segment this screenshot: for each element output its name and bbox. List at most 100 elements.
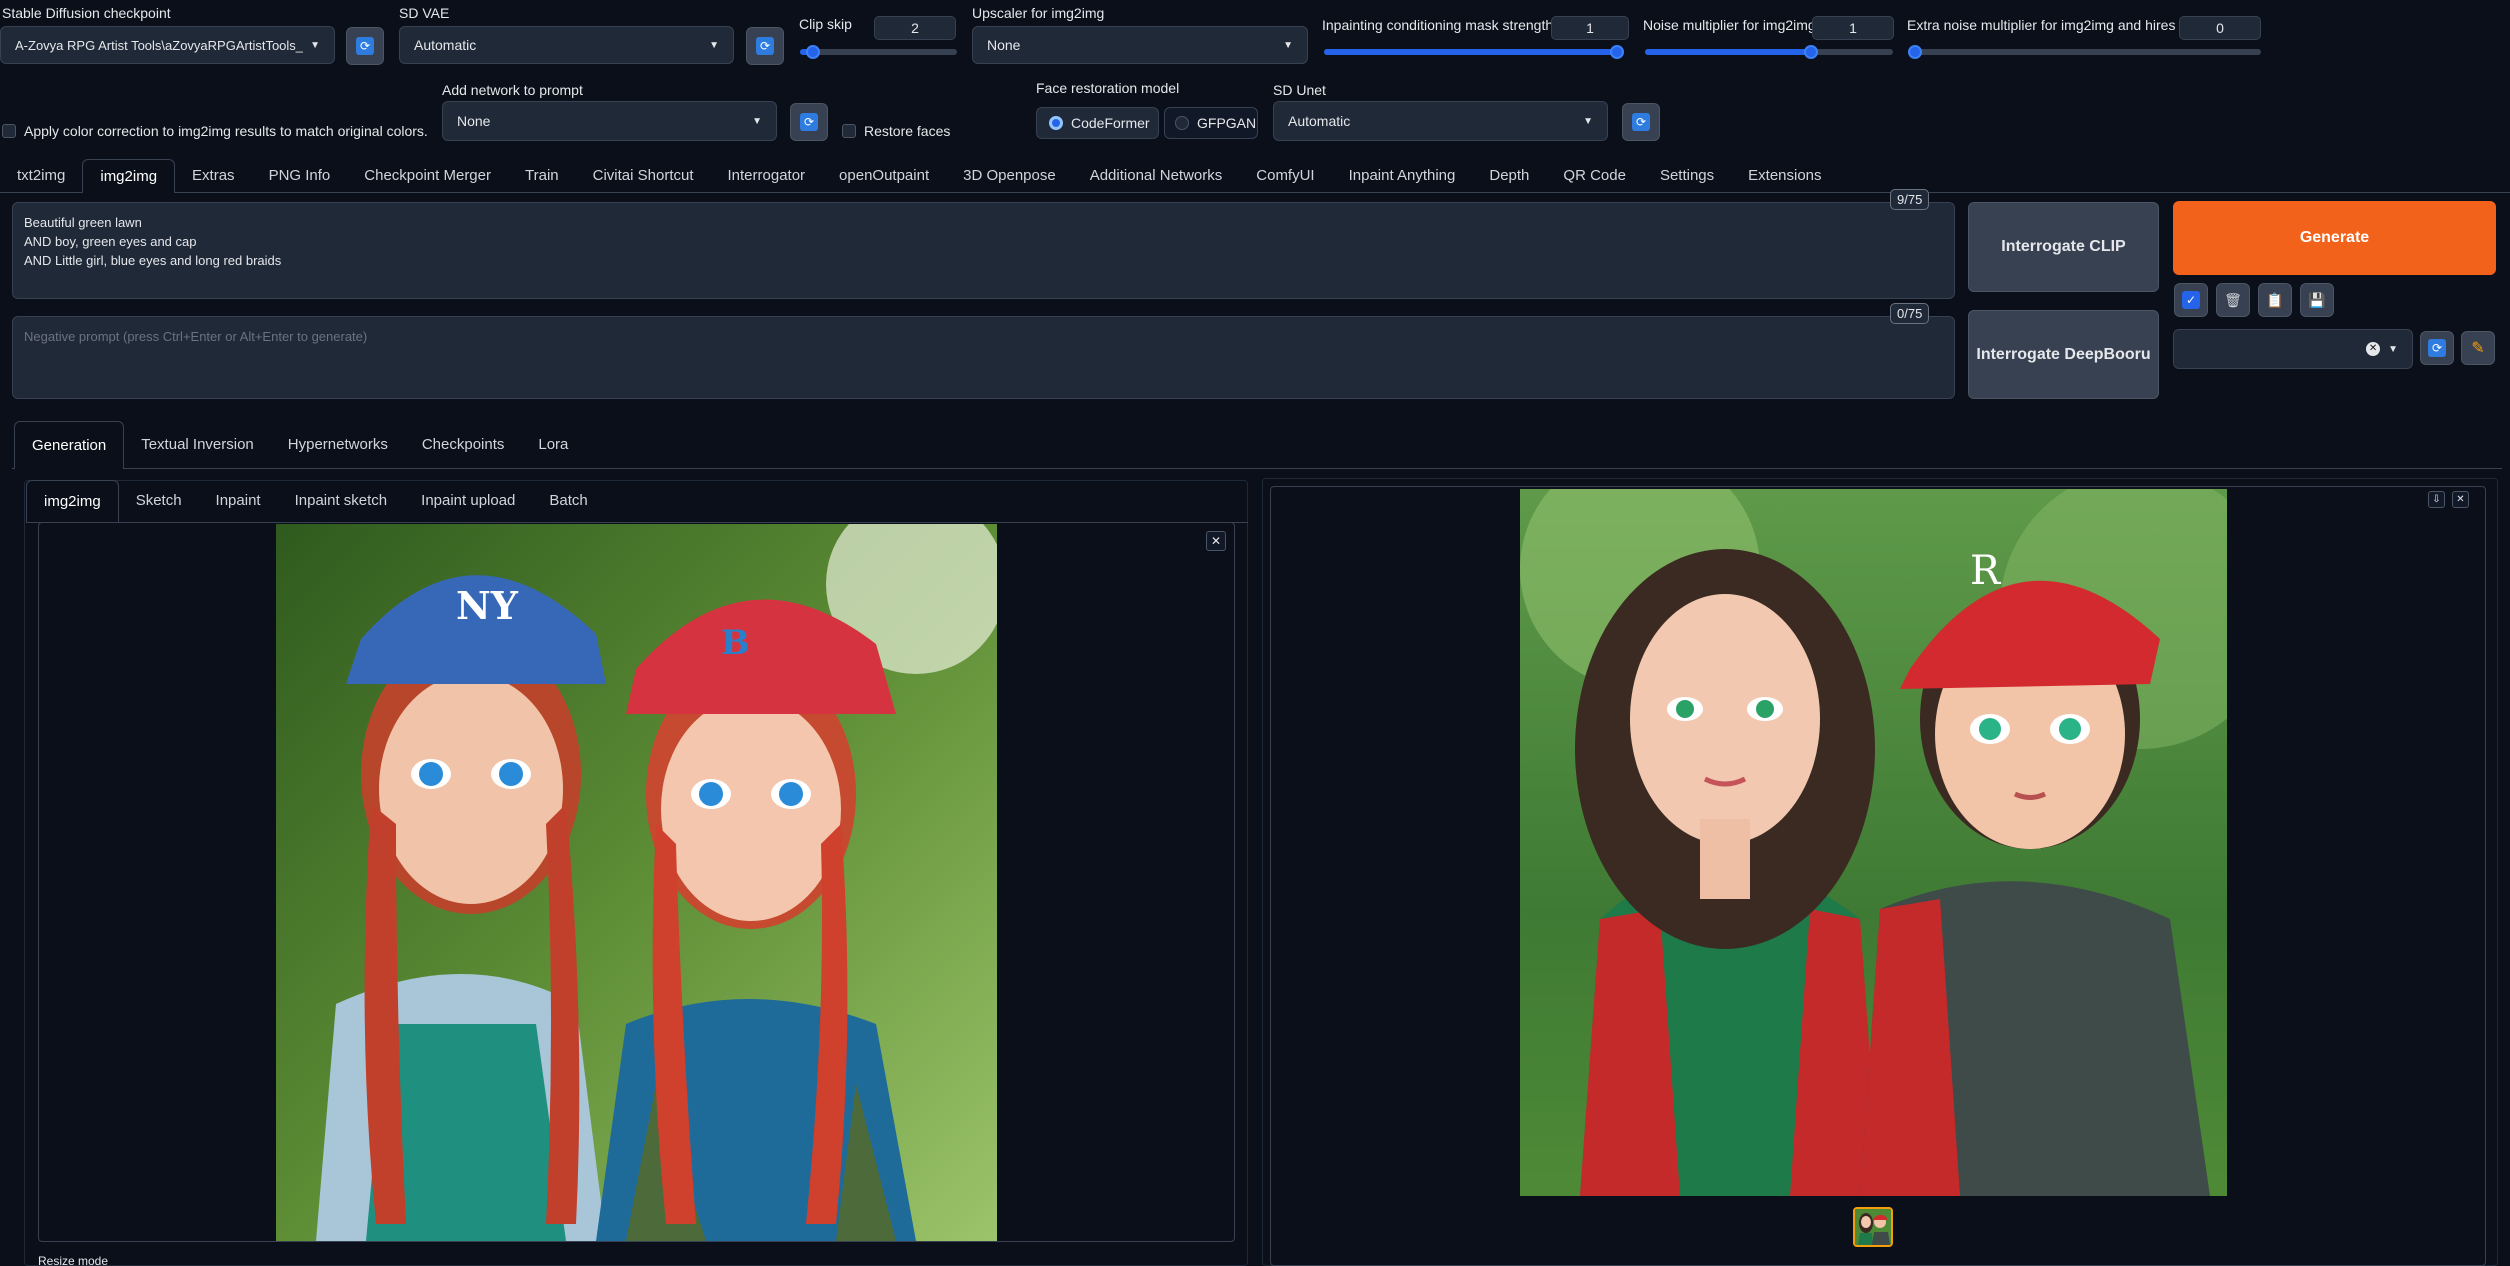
show-extra-networks-button[interactable]: ✓ [2174, 283, 2208, 317]
tab-train[interactable]: Train [508, 159, 576, 193]
sd-unet-select[interactable]: Automatic ▼ [1273, 101, 1608, 141]
mask-strength-slider[interactable] [1324, 45, 1624, 59]
mask-strength-slider-knob[interactable] [1610, 45, 1624, 59]
close-icon[interactable]: ✕ [1206, 531, 1226, 551]
negative-prompt-placeholder: Negative prompt (press Ctrl+Enter or Alt… [24, 329, 368, 344]
save-style-button[interactable]: 💾 [2300, 283, 2334, 317]
clip-skip-slider[interactable] [800, 45, 957, 59]
tab-extras[interactable]: Extras [175, 159, 252, 193]
clip-skip-input[interactable]: 2 [874, 16, 956, 40]
refresh-icon: ⟳ [1632, 113, 1650, 131]
sd-unet-refresh-button[interactable]: ⟳ [1622, 103, 1660, 141]
tab-qr-code[interactable]: QR Code [1546, 159, 1643, 193]
interrogate-deepbooru-button[interactable]: Interrogate DeepBooru [1968, 310, 2159, 399]
tab-checkpoint-merger[interactable]: Checkpoint Merger [347, 159, 508, 193]
checkpoint-select[interactable]: A-Zovya RPG Artist Tools\aZovyaRPGArtist… [0, 26, 335, 64]
chevron-down-icon: ▼ [310, 39, 320, 51]
tab-png-info[interactable]: PNG Info [252, 159, 348, 193]
imgtab-batch[interactable]: Batch [532, 480, 604, 522]
mask-strength-input[interactable]: 1 [1551, 16, 1629, 40]
tab-extensions[interactable]: Extensions [1731, 159, 1838, 193]
edit-styles-button[interactable]: ✎ [2461, 331, 2495, 365]
thumbnail-image [1855, 1209, 1891, 1245]
noise-multiplier-slider-knob[interactable] [1804, 45, 1819, 59]
restore-faces-checkbox[interactable] [842, 124, 856, 138]
output-image[interactable]: R [1520, 489, 2227, 1196]
checkpoint-label: Stable Diffusion checkpoint [2, 5, 171, 21]
negative-prompt-textarea[interactable]: Negative prompt (press Ctrl+Enter or Alt… [12, 316, 1955, 399]
tab-openoutpaint[interactable]: openOutpaint [822, 159, 946, 193]
subtab-textual-inversion[interactable]: Textual Inversion [124, 421, 271, 469]
upscaler-select[interactable]: None ▼ [972, 26, 1308, 64]
styles-select[interactable]: ✕ ▼ [2173, 329, 2413, 369]
gfpgan-radio[interactable]: GFPGAN [1164, 107, 1258, 139]
codeformer-radio[interactable]: CodeFormer [1036, 107, 1159, 139]
trash-icon: 🗑 [2224, 291, 2242, 308]
imgtab-inpaint-sketch[interactable]: Inpaint sketch [278, 480, 405, 522]
extra-noise-input[interactable]: 0 [2179, 16, 2261, 40]
subtab-checkpoints[interactable]: Checkpoints [405, 421, 522, 469]
subtab-hypernetworks[interactable]: Hypernetworks [271, 421, 405, 469]
tab-settings[interactable]: Settings [1643, 159, 1731, 193]
pencil-icon: ✎ [2471, 340, 2485, 357]
extra-noise-label: Extra noise multiplier for img2img and h… [1907, 17, 2194, 33]
color-correction-checkbox[interactable] [2, 124, 16, 138]
subtab-generation[interactable]: Generation [14, 421, 125, 469]
clear-prompt-button[interactable]: 🗑 [2216, 283, 2250, 317]
add-network-select[interactable]: None ▼ [442, 101, 777, 141]
upscaler-value: None [987, 37, 1021, 53]
noise-multiplier-slider[interactable] [1645, 45, 1893, 59]
styles-refresh-button[interactable]: ⟳ [2420, 331, 2454, 365]
refresh-icon: ⟳ [800, 113, 818, 131]
tab-inpaint-anything[interactable]: Inpaint Anything [1332, 159, 1473, 193]
tab-interrogator[interactable]: Interrogator [711, 159, 823, 193]
noise-multiplier-input[interactable]: 1 [1812, 16, 1894, 40]
add-network-value: None [457, 113, 491, 129]
prompt-line: Beautiful green lawn [24, 215, 142, 230]
clear-icon[interactable]: ✕ [2366, 342, 2381, 356]
tab-civitai-shortcut[interactable]: Civitai Shortcut [576, 159, 711, 193]
tab-comfyui[interactable]: ComfyUI [1239, 159, 1331, 193]
tab-additional-networks[interactable]: Additional Networks [1073, 159, 1240, 193]
save-icon: 💾 [2308, 291, 2326, 308]
close-icon[interactable]: ✕ [2452, 491, 2469, 508]
tab-3d-openpose[interactable]: 3D Openpose [946, 159, 1073, 193]
upscaler-label: Upscaler for img2img [972, 5, 1105, 21]
gallery-thumbnail[interactable] [1853, 1207, 1893, 1247]
vae-label: SD VAE [399, 5, 450, 21]
imgtab-inpaint[interactable]: Inpaint [199, 480, 278, 522]
download-icon[interactable]: ⇩ [2428, 491, 2445, 508]
radio-unselected-icon [1175, 116, 1189, 130]
restore-faces-label: Restore faces [864, 123, 951, 139]
interrogate-clip-button[interactable]: Interrogate CLIP [1968, 202, 2159, 292]
noise-multiplier-slider-fill [1645, 49, 1812, 55]
prompt-textarea[interactable]: Beautiful green lawn AND boy, green eyes… [12, 202, 1955, 299]
codeformer-label: CodeFormer [1071, 115, 1150, 131]
subtab-lora[interactable]: Lora [521, 421, 585, 469]
gfpgan-label: GFPGAN [1197, 115, 1257, 131]
vae-select[interactable]: Automatic ▼ [399, 26, 734, 64]
add-network-refresh-button[interactable]: ⟳ [790, 103, 828, 141]
prompt-line: AND Little girl, blue eyes and long red … [24, 253, 282, 268]
paste-button[interactable]: 📋 [2258, 283, 2292, 317]
refresh-icon: ⟳ [2428, 339, 2446, 357]
imgtab-img2img[interactable]: img2img [26, 480, 119, 522]
vae-refresh-button[interactable]: ⟳ [746, 27, 784, 65]
chevron-down-icon: ▼ [709, 39, 719, 51]
sd-unet-label: SD Unet [1273, 82, 1326, 98]
clipboard-icon: 📋 [2266, 291, 2284, 308]
clip-skip-slider-knob[interactable] [805, 45, 820, 59]
imgtab-sketch[interactable]: Sketch [119, 480, 199, 522]
tab-depth[interactable]: Depth [1472, 159, 1546, 193]
extra-noise-slider[interactable] [1908, 45, 2261, 59]
tab-txt2img[interactable]: txt2img [0, 159, 82, 193]
tab-img2img[interactable]: img2img [82, 159, 176, 193]
checkpoint-refresh-button[interactable]: ⟳ [346, 27, 384, 65]
img-tabs: img2img Sketch Inpaint Inpaint sketch Inpain… [26, 480, 605, 522]
generate-button[interactable]: Generate [2173, 201, 2496, 275]
extra-noise-slider-knob[interactable] [1908, 45, 1922, 59]
chevron-down-icon: ▼ [752, 115, 762, 127]
sd-unet-value: Automatic [1288, 113, 1351, 129]
imgtab-inpaint-upload[interactable]: Inpaint upload [404, 480, 532, 522]
svg-text:R: R [1970, 548, 2002, 594]
